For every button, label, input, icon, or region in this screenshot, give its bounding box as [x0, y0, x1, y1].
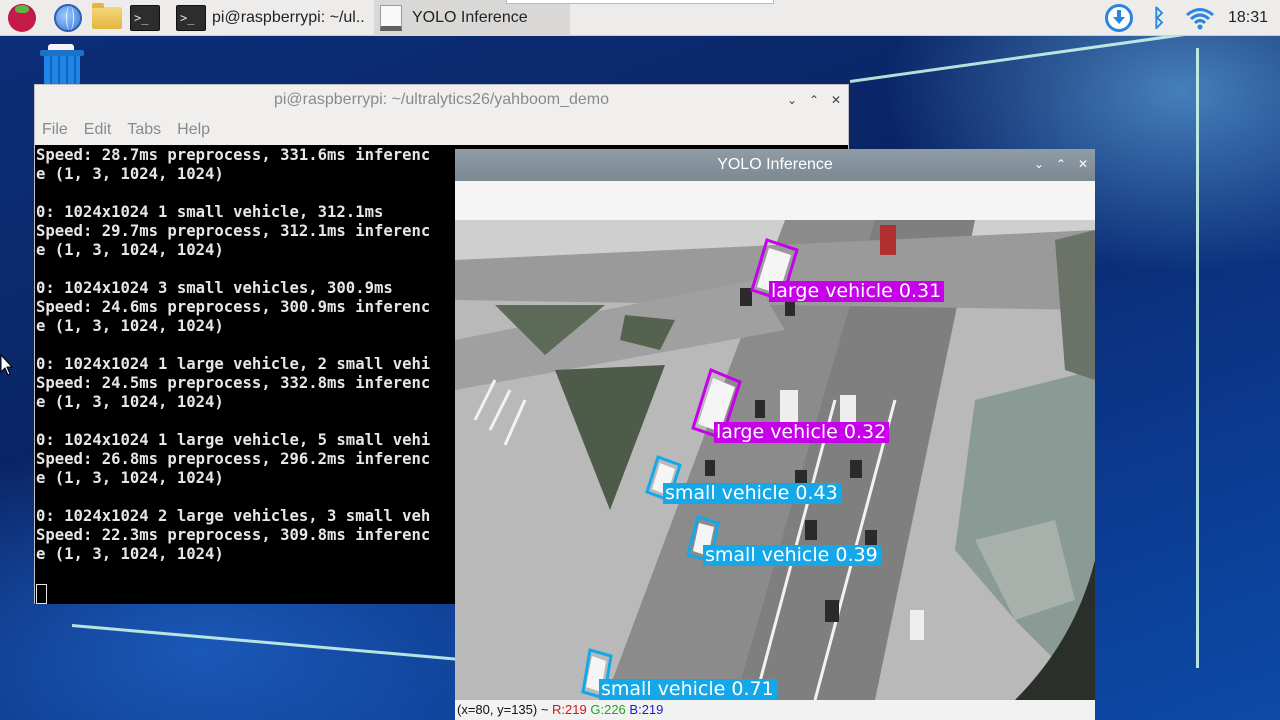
pixel-info-statusbar: (x=80, y=135) ~ R:219 G:226 B:219 [455, 700, 1095, 720]
menu-help[interactable]: Help [177, 121, 210, 139]
detection-label: small vehicle 0.39 [703, 545, 881, 566]
panel-edge-strip [506, 0, 774, 4]
terminal-title: pi@raspberrypi: ~/ultralytics26/yahboom_… [273, 91, 610, 108]
wallpaper-light-streak [1196, 48, 1199, 668]
yolo-titlebar[interactable]: YOLO Inference ⌄ ⌃ ✕ [455, 149, 1095, 181]
detection-label: large vehicle 0.31 [769, 281, 945, 302]
wallpaper-light-streak [71, 624, 461, 661]
yolo-title: YOLO Inference [717, 156, 833, 173]
maximize-icon[interactable]: ⌃ [808, 94, 820, 106]
green-value: G:226 [590, 702, 626, 717]
terminal-line: e (1, 3, 1024, 1024) [36, 241, 224, 259]
close-icon[interactable]: ✕ [830, 94, 842, 106]
terminal-menubar: File Edit Tabs Help [35, 115, 848, 145]
detection-label: small vehicle 0.71 [599, 679, 777, 700]
terminal-icon: >_ [176, 5, 206, 31]
download-icon[interactable] [1105, 4, 1133, 32]
detection-label: large vehicle 0.32 [714, 422, 890, 443]
terminal-line: 0: 1024x1024 1 large vehicle, 2 small ve… [36, 355, 431, 373]
clock[interactable]: 18:31 [1228, 0, 1268, 36]
blue-value: B:219 [629, 702, 664, 717]
terminal-line: 0: 1024x1024 1 small vehicle, 312.1ms [36, 203, 384, 221]
yolo-toolbar [455, 181, 1095, 220]
menu-tabs[interactable]: Tabs [127, 121, 161, 139]
yolo-window: YOLO Inference ⌄ ⌃ ✕ large vehicle 0.31 … [455, 149, 1095, 720]
cursor-coords: (x=80, y=135) ~ [457, 702, 549, 717]
detection-label: small vehicle 0.43 [663, 483, 841, 504]
camera-frame[interactable]: large vehicle 0.31 large vehicle 0.32 sm… [455, 220, 1095, 700]
terminal-line: Speed: 26.8ms preprocess, 296.2ms infere… [36, 450, 431, 468]
taskbar-terminal-button[interactable]: >_ pi@raspberrypi: ~/ul.. [170, 0, 372, 36]
terminal-line: 0: 1024x1024 2 large vehicles, 3 small v… [36, 507, 431, 525]
mouse-pointer-icon [0, 354, 14, 376]
red-value: R:219 [552, 702, 587, 717]
taskbar-yolo-button[interactable]: YOLO Inference [374, 0, 570, 36]
file-manager-icon[interactable] [92, 3, 122, 29]
maximize-icon[interactable]: ⌃ [1055, 158, 1067, 170]
terminal-line: 0: 1024x1024 3 small vehicles, 300.9ms [36, 279, 393, 297]
terminal-line: e (1, 3, 1024, 1024) [36, 469, 224, 487]
browser-icon[interactable] [54, 4, 82, 32]
wifi-icon[interactable] [1185, 6, 1215, 30]
terminal-titlebar[interactable]: pi@raspberrypi: ~/ultralytics26/yahboom_… [35, 85, 848, 115]
terminal-line: e (1, 3, 1024, 1024) [36, 393, 224, 411]
terminal-launcher-icon[interactable]: >_ [130, 5, 160, 31]
terminal-line: Speed: 24.6ms preprocess, 300.9ms infere… [36, 298, 431, 316]
terminal-line: e (1, 3, 1024, 1024) [36, 317, 224, 335]
terminal-cursor [36, 584, 47, 604]
trash-icon[interactable] [40, 44, 84, 86]
minimize-icon[interactable]: ⌄ [1033, 158, 1045, 170]
terminal-line: Speed: 29.7ms preprocess, 312.1ms infere… [36, 222, 431, 240]
wallpaper-light-streak [849, 29, 1207, 83]
terminal-line: Speed: 28.7ms preprocess, 331.6ms infere… [36, 146, 431, 164]
window-icon [380, 5, 402, 31]
taskbar-yolo-label: YOLO Inference [412, 9, 528, 26]
bluetooth-icon[interactable]: ᛒ [1150, 4, 1168, 32]
minimize-icon[interactable]: ⌄ [786, 94, 798, 106]
terminal-line: e (1, 3, 1024, 1024) [36, 545, 224, 563]
raspberry-menu-icon[interactable] [8, 4, 36, 32]
taskbar-terminal-label: pi@raspberrypi: ~/ul.. [212, 9, 365, 26]
menu-file[interactable]: File [42, 121, 68, 139]
terminal-line: Speed: 22.3ms preprocess, 309.8ms infere… [36, 526, 431, 544]
terminal-line: Speed: 24.5ms preprocess, 332.8ms infere… [36, 374, 431, 392]
top-panel: >_ >_ pi@raspberrypi: ~/ul.. YOLO Infere… [0, 0, 1280, 36]
close-icon[interactable]: ✕ [1077, 158, 1089, 170]
terminal-line: 0: 1024x1024 1 large vehicle, 5 small ve… [36, 431, 431, 449]
menu-edit[interactable]: Edit [84, 121, 112, 139]
terminal-line: e (1, 3, 1024, 1024) [36, 165, 224, 183]
